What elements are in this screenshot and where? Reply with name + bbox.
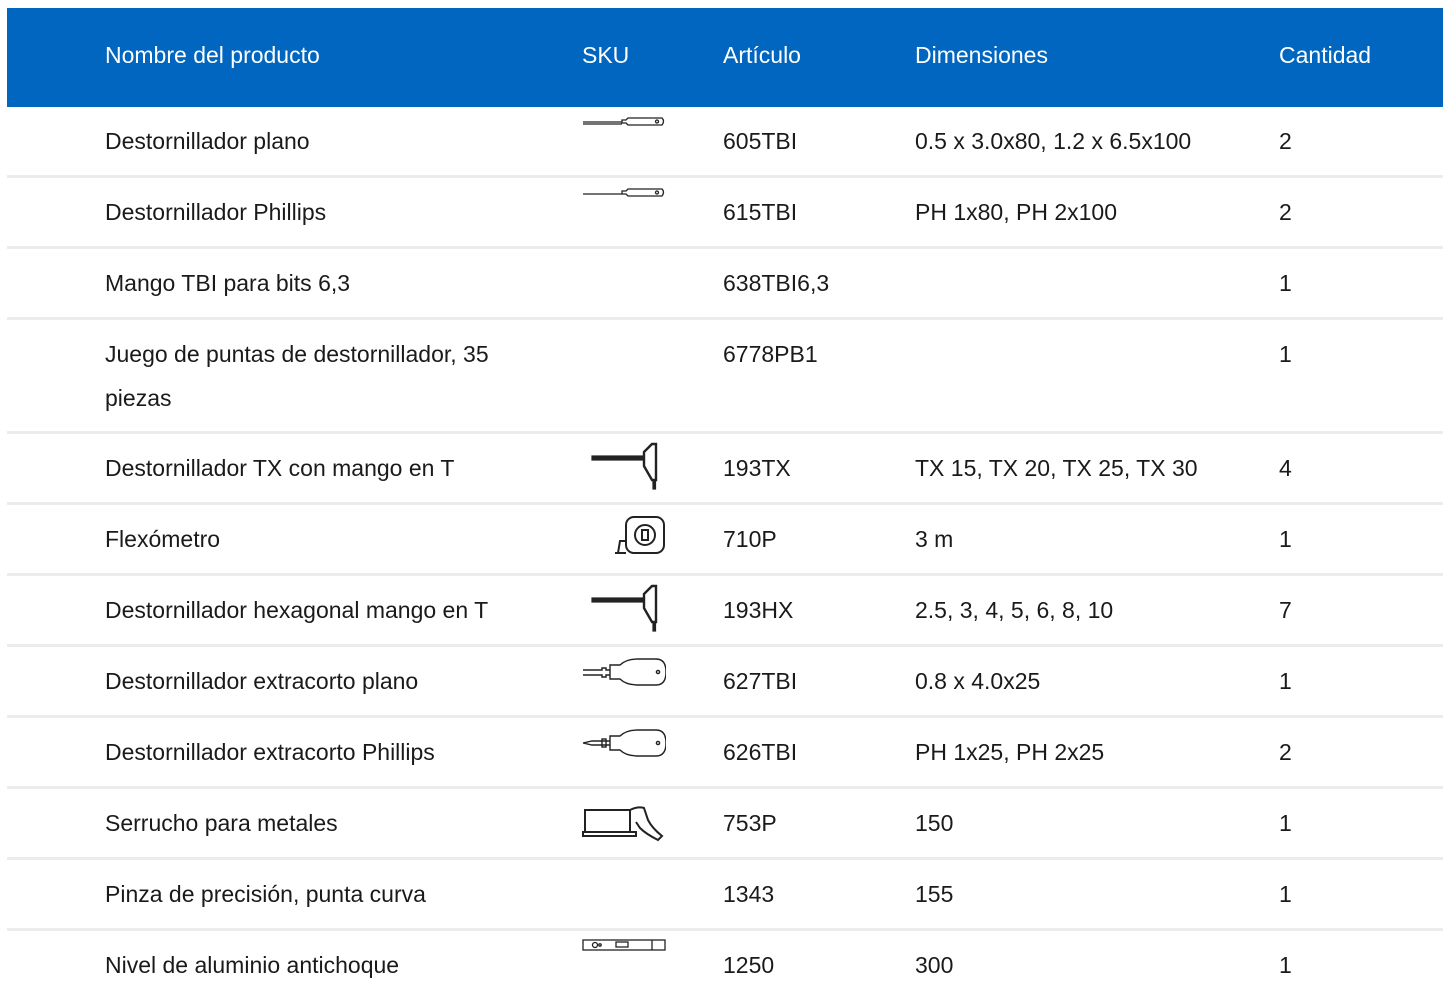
- dimensions: 300: [915, 952, 954, 978]
- sku-cell: [582, 257, 666, 305]
- table-row: Destornillador hexagonal mango en T 193HX…: [7, 576, 1443, 647]
- table-header: Nombre del producto SKU Artículo Dimensi…: [7, 8, 1443, 107]
- header-sku: SKU: [582, 42, 630, 68]
- article-code: 1250: [723, 952, 775, 978]
- table-row: Destornillador extracorto plano 627TBI 0.8…: [7, 647, 1443, 718]
- product-name: Mango TBI para bits 6,3: [105, 270, 351, 296]
- dimensions: 0.8 x 4.0x25: [915, 668, 1041, 694]
- quantity: 1: [1279, 810, 1292, 836]
- product-name: Nivel de aluminio antichoque: [105, 952, 400, 978]
- header-quantity: Cantidad: [1279, 42, 1372, 68]
- sku-cell: [582, 115, 666, 163]
- sku-cell: [582, 186, 666, 234]
- table-row: Destornillador extracorto Phillips 626TBI…: [7, 718, 1443, 789]
- table-row: Serrucho para metales 753P 150 1: [7, 789, 1443, 860]
- quantity: 1: [1279, 952, 1292, 978]
- quantity: 2: [1279, 739, 1292, 765]
- sku-cell: [582, 513, 666, 561]
- stubby-phillips-screwdriver-icon: [582, 728, 666, 762]
- dimensions: 3 m: [915, 526, 954, 552]
- header-article: Artículo: [723, 42, 801, 68]
- article-code: 627TBI: [723, 668, 798, 694]
- quantity: 1: [1279, 270, 1292, 296]
- product-name: Destornillador Phillips: [105, 199, 327, 225]
- product-name: Serrucho para metales: [105, 810, 338, 836]
- article-code: 638TBI6,3: [723, 270, 830, 296]
- header-dimensions: Dimensiones: [915, 42, 1048, 68]
- dimensions: TX 15, TX 20, TX 25, TX 30: [915, 455, 1198, 481]
- sku-cell: [582, 442, 666, 490]
- spirit-level-icon: [582, 939, 666, 953]
- t-handle-hex-icon: [582, 584, 666, 632]
- t-handle-torx-icon: [582, 442, 666, 490]
- product-name: Destornillador plano: [105, 128, 310, 154]
- flat-screwdriver-icon: [582, 115, 666, 135]
- article-code: 6778PB1: [723, 341, 818, 367]
- article-code: 710P: [723, 526, 777, 552]
- product-name: Destornillador extracorto plano: [105, 668, 419, 694]
- table-row: Mango TBI para bits 6,3 638TBI6,3 1: [7, 249, 1443, 320]
- product-name: Pinza de precisión, punta curva: [105, 881, 426, 907]
- phillips-screwdriver-icon: [582, 186, 666, 206]
- quantity: 1: [1279, 341, 1292, 367]
- quantity: 2: [1279, 128, 1292, 154]
- product-name: Destornillador extracorto Phillips: [105, 739, 435, 765]
- dimensions: 155: [915, 881, 954, 907]
- product-name: Destornillador hexagonal mango en T: [105, 597, 489, 623]
- quantity: 1: [1279, 526, 1292, 552]
- article-code: 753P: [723, 810, 777, 836]
- sku-cell: [582, 797, 666, 845]
- sku-cell: [582, 726, 666, 774]
- quantity: 1: [1279, 668, 1292, 694]
- quantity: 7: [1279, 597, 1292, 623]
- header-product-name: Nombre del producto: [105, 42, 320, 68]
- table-row: Destornillador Phillips 615TBI PH 1x80, PH…: [7, 178, 1443, 249]
- article-code: 193TX: [723, 455, 791, 481]
- article-code: 615TBI: [723, 199, 798, 225]
- table-row: Destornillador plano 605TBI 0.5 x 3.0x80, …: [7, 107, 1443, 178]
- table-row: Flexómetro 710P 3 m 1: [7, 505, 1443, 576]
- dimensions: PH 1x80, PH 2x100: [915, 199, 1118, 225]
- article-code: 1343: [723, 881, 775, 907]
- quantity: 4: [1279, 455, 1292, 481]
- table-row: Destornillador TX con mango en T 193TX TX …: [7, 434, 1443, 505]
- dimensions: 0.5 x 3.0x80, 1.2 x 6.5x100: [915, 128, 1192, 154]
- product-name: Destornillador TX con mango en T: [105, 455, 455, 481]
- tape-measure-icon: [582, 513, 666, 561]
- dimensions: PH 1x25, PH 2x25: [915, 739, 1105, 765]
- product-name: Juego de puntas de destornillador, 35 pi…: [105, 341, 489, 411]
- article-code: 605TBI: [723, 128, 798, 154]
- article-code: 193HX: [723, 597, 794, 623]
- table-row: Juego de puntas de destornillador, 35 pi…: [7, 320, 1443, 434]
- sku-cell: [582, 328, 666, 376]
- table-body: Destornillador plano 605TBI 0.5 x 3.0x80, …: [7, 107, 1443, 999]
- table-row: Nivel de aluminio antichoque 1250 300 1: [7, 931, 1443, 999]
- sku-cell: [582, 655, 666, 703]
- stubby-flat-screwdriver-icon: [582, 657, 666, 691]
- hacksaw-icon: [582, 802, 666, 842]
- sku-cell: [582, 868, 666, 916]
- sku-cell: [582, 939, 666, 987]
- quantity: 2: [1279, 199, 1292, 225]
- quantity: 1: [1279, 881, 1292, 907]
- dimensions: 2.5, 3, 4, 5, 6, 8, 10: [915, 597, 1114, 623]
- dimensions: 150: [915, 810, 954, 836]
- product-table: Nombre del producto SKU Artículo Dimensi…: [7, 8, 1443, 999]
- table-row: Pinza de precisión, punta curva 1343 155 1: [7, 860, 1443, 931]
- product-name: Flexómetro: [105, 526, 221, 552]
- article-code: 626TBI: [723, 739, 798, 765]
- sku-cell: [582, 584, 666, 632]
